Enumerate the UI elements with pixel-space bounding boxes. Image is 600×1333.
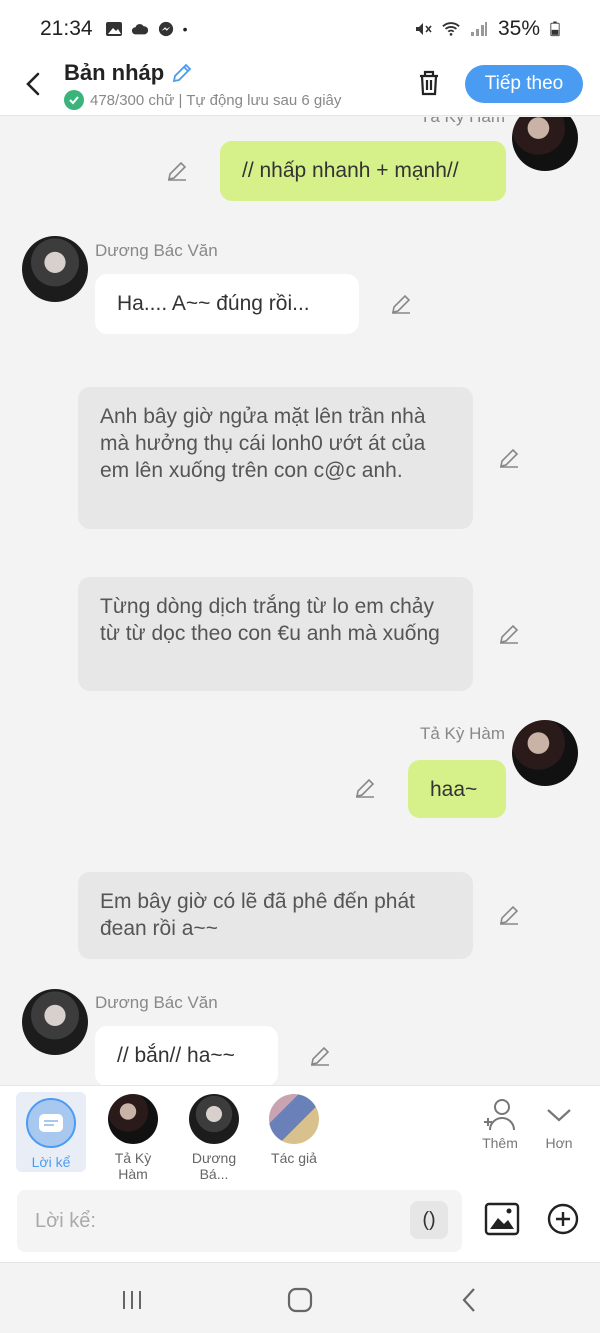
cloud-icon	[131, 24, 148, 35]
battery-icon	[550, 21, 560, 37]
page-title: Bản nháp	[64, 60, 165, 85]
saved-check-icon	[64, 90, 84, 110]
avatar	[22, 989, 88, 1055]
chevron-down-icon	[547, 1109, 571, 1122]
input-row: Lời kể: ()	[0, 1180, 600, 1262]
edit-title-icon[interactable]	[170, 61, 194, 85]
speaker-name: Dương Bác Văn	[95, 241, 218, 260]
mute-icon	[415, 23, 432, 35]
status-bar: 21:34 • 35%	[0, 0, 600, 58]
avatar	[269, 1094, 319, 1144]
status-time: 21:34	[40, 17, 93, 40]
message-bubble[interactable]: Ha.... A~~ đúng rồi...	[95, 274, 359, 334]
system-nav-bar	[0, 1262, 600, 1333]
more-button[interactable]: Hơn	[529, 1098, 589, 1151]
edit-icon[interactable]	[308, 1044, 332, 1068]
edit-icon[interactable]	[497, 903, 521, 927]
avatar	[512, 720, 578, 786]
message-bubble[interactable]: // nhấp nhanh + mạnh//	[220, 141, 506, 201]
parenthesis-button[interactable]: ()	[410, 1201, 448, 1239]
image-icon[interactable]	[484, 1201, 520, 1237]
back-nav-icon[interactable]	[454, 1285, 486, 1315]
gallery-icon	[105, 22, 122, 36]
speaker-name: Tả Kỳ Hàm	[420, 117, 505, 127]
header: Bản nháp 478/300 chữ | Tự động lưu sau 6…	[0, 58, 600, 116]
character-narration[interactable]: Lời kể	[16, 1092, 86, 1172]
avatar	[512, 117, 578, 171]
add-person-icon	[484, 1099, 515, 1131]
signal-icon	[470, 22, 487, 36]
title-area: Bản nháp 478/300 chữ | Tự động lưu sau 6…	[64, 60, 341, 110]
edit-icon[interactable]	[497, 622, 521, 646]
narration-input[interactable]: Lời kể: ()	[17, 1190, 462, 1252]
edit-icon[interactable]	[389, 292, 413, 316]
back-arrow-icon[interactable]	[18, 66, 48, 102]
speaker-name: Dương Bác Văn	[95, 993, 218, 1012]
home-icon[interactable]	[284, 1285, 316, 1315]
chat-area[interactable]: Tả Kỳ Hàm // nhấp nhanh + mạnh// Dương B…	[0, 117, 600, 1085]
messenger-icon	[158, 21, 173, 37]
avatar	[189, 1094, 239, 1144]
battery-text: 35%	[497, 17, 540, 40]
dot-icon: •	[182, 21, 188, 37]
message-bubble[interactable]: haa~	[408, 760, 506, 818]
character-author[interactable]: Tác giả	[264, 1094, 324, 1166]
character-duong-bac-van[interactable]: Dương Bá...	[178, 1094, 250, 1182]
narration-bubble[interactable]: Em bây giờ có lẽ đã phê đến phát đean rồ…	[78, 872, 473, 959]
speaker-name: Tả Kỳ Hàm	[419, 724, 505, 743]
wifi-icon	[442, 22, 460, 36]
autosave-status: 478/300 chữ | Tự động lưu sau 6 giây	[90, 91, 342, 109]
recent-apps-icon[interactable]	[116, 1285, 148, 1315]
add-character-button[interactable]: Thêm	[470, 1098, 530, 1151]
edit-icon[interactable]	[353, 776, 377, 800]
narration-bubble[interactable]: Anh bây giờ ngửa mặt lên trần nhà mà hưở…	[78, 387, 473, 529]
narration-bubble[interactable]: Từng dòng dịch trắng từ lo em chảy từ từ…	[78, 577, 473, 691]
edit-icon[interactable]	[497, 446, 521, 470]
avatar	[108, 1094, 158, 1144]
character-bar: Lời kể Tả Kỳ Hàm Dương Bá... Tác giả Thê…	[0, 1085, 600, 1182]
message-bubble[interactable]: // bắn// ha~~	[95, 1026, 278, 1085]
narration-icon	[26, 1098, 76, 1148]
edit-icon[interactable]	[165, 159, 189, 183]
add-icon[interactable]	[546, 1202, 580, 1236]
avatar	[22, 236, 88, 302]
next-button[interactable]: Tiếp theo	[465, 65, 583, 103]
character-ta-ky-ham[interactable]: Tả Kỳ Hàm	[100, 1094, 166, 1182]
trash-icon[interactable]	[412, 66, 446, 100]
